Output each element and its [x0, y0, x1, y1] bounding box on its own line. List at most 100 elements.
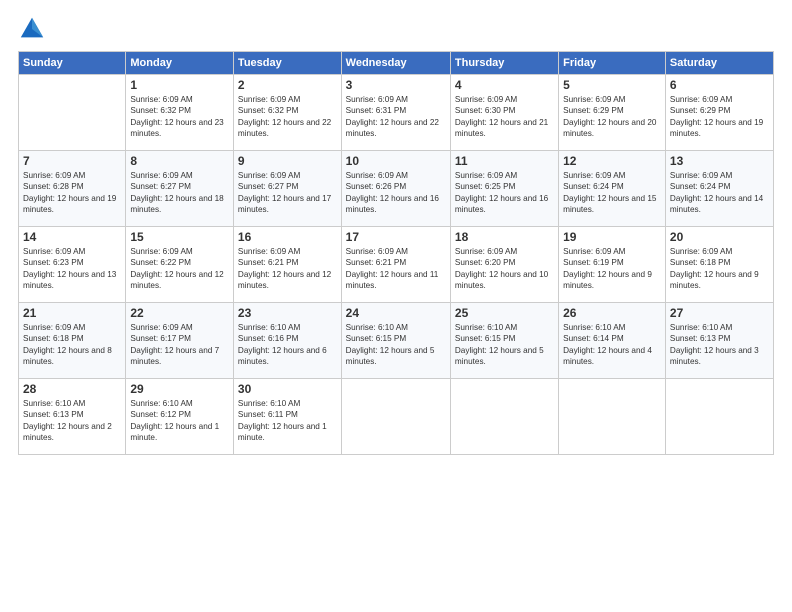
- day-cell: 12 Sunrise: 6:09 AMSunset: 6:24 PMDayligh…: [559, 151, 666, 227]
- day-cell: 14 Sunrise: 6:09 AMSunset: 6:23 PMDayligh…: [19, 227, 126, 303]
- day-number: 19: [563, 230, 661, 244]
- day-cell: [341, 379, 450, 455]
- day-info: Sunrise: 6:10 AMSunset: 6:13 PMDaylight:…: [23, 398, 121, 444]
- day-info: Sunrise: 6:09 AMSunset: 6:27 PMDaylight:…: [130, 170, 229, 216]
- day-cell: 2 Sunrise: 6:09 AMSunset: 6:32 PMDaylight…: [233, 75, 341, 151]
- day-cell: 8 Sunrise: 6:09 AMSunset: 6:27 PMDaylight…: [126, 151, 234, 227]
- week-row-3: 14 Sunrise: 6:09 AMSunset: 6:23 PMDayligh…: [19, 227, 774, 303]
- calendar-table: SundayMondayTuesdayWednesdayThursdayFrid…: [18, 51, 774, 455]
- day-cell: 25 Sunrise: 6:10 AMSunset: 6:15 PMDayligh…: [450, 303, 558, 379]
- day-info: Sunrise: 6:09 AMSunset: 6:30 PMDaylight:…: [455, 94, 554, 140]
- day-number: 5: [563, 78, 661, 92]
- day-cell: 15 Sunrise: 6:09 AMSunset: 6:22 PMDayligh…: [126, 227, 234, 303]
- day-number: 7: [23, 154, 121, 168]
- header-cell-saturday: Saturday: [665, 52, 773, 75]
- day-info: Sunrise: 6:10 AMSunset: 6:14 PMDaylight:…: [563, 322, 661, 368]
- day-info: Sunrise: 6:09 AMSunset: 6:29 PMDaylight:…: [563, 94, 661, 140]
- header-cell-sunday: Sunday: [19, 52, 126, 75]
- day-cell: 18 Sunrise: 6:09 AMSunset: 6:20 PMDayligh…: [450, 227, 558, 303]
- day-info: Sunrise: 6:09 AMSunset: 6:22 PMDaylight:…: [130, 246, 229, 292]
- week-row-4: 21 Sunrise: 6:09 AMSunset: 6:18 PMDayligh…: [19, 303, 774, 379]
- day-number: 21: [23, 306, 121, 320]
- day-cell: 4Sunrise: 6:09 AMSunset: 6:30 PMDaylight…: [450, 75, 558, 151]
- day-info: Sunrise: 6:09 AMSunset: 6:18 PMDaylight:…: [670, 246, 769, 292]
- day-info: Sunrise: 6:09 AMSunset: 6:25 PMDaylight:…: [455, 170, 554, 216]
- week-row-2: 7 Sunrise: 6:09 AMSunset: 6:28 PMDaylight…: [19, 151, 774, 227]
- day-info: Sunrise: 6:10 AMSunset: 6:15 PMDaylight:…: [455, 322, 554, 368]
- day-cell: 7 Sunrise: 6:09 AMSunset: 6:28 PMDaylight…: [19, 151, 126, 227]
- header-cell-monday: Monday: [126, 52, 234, 75]
- day-cell: [450, 379, 558, 455]
- day-info: Sunrise: 6:09 AMSunset: 6:17 PMDaylight:…: [130, 322, 229, 368]
- day-info: Sunrise: 6:09 AMSunset: 6:20 PMDaylight:…: [455, 246, 554, 292]
- day-cell: 19 Sunrise: 6:09 AMSunset: 6:19 PMDayligh…: [559, 227, 666, 303]
- day-info: Sunrise: 6:10 AMSunset: 6:15 PMDaylight:…: [346, 322, 446, 368]
- header-cell-thursday: Thursday: [450, 52, 558, 75]
- day-number: 24: [346, 306, 446, 320]
- week-row-5: 28 Sunrise: 6:10 AMSunset: 6:13 PMDayligh…: [19, 379, 774, 455]
- day-info: Sunrise: 6:09 AMSunset: 6:18 PMDaylight:…: [23, 322, 121, 368]
- day-cell: [665, 379, 773, 455]
- day-info: Sunrise: 6:09 AMSunset: 6:23 PMDaylight:…: [23, 246, 121, 292]
- day-info: Sunrise: 6:10 AMSunset: 6:13 PMDaylight:…: [670, 322, 769, 368]
- day-info: Sunrise: 6:09 AMSunset: 6:31 PMDaylight:…: [346, 94, 446, 140]
- day-info: Sunrise: 6:09 AMSunset: 6:29 PMDaylight:…: [670, 94, 769, 140]
- day-number: 1: [130, 78, 229, 92]
- day-info: Sunrise: 6:09 AMSunset: 6:19 PMDaylight:…: [563, 246, 661, 292]
- day-number: 28: [23, 382, 121, 396]
- day-cell: 24 Sunrise: 6:10 AMSunset: 6:15 PMDayligh…: [341, 303, 450, 379]
- day-number: 15: [130, 230, 229, 244]
- day-cell: 10 Sunrise: 6:09 AMSunset: 6:26 PMDayligh…: [341, 151, 450, 227]
- day-cell: 22Sunrise: 6:09 AMSunset: 6:17 PMDayligh…: [126, 303, 234, 379]
- day-cell: [559, 379, 666, 455]
- day-number: 16: [238, 230, 337, 244]
- day-info: Sunrise: 6:09 AMSunset: 6:26 PMDaylight:…: [346, 170, 446, 216]
- day-number: 18: [455, 230, 554, 244]
- day-number: 10: [346, 154, 446, 168]
- day-cell: 21 Sunrise: 6:09 AMSunset: 6:18 PMDayligh…: [19, 303, 126, 379]
- day-number: 6: [670, 78, 769, 92]
- day-cell: 3Sunrise: 6:09 AMSunset: 6:31 PMDaylight…: [341, 75, 450, 151]
- header-cell-tuesday: Tuesday: [233, 52, 341, 75]
- header: [18, 15, 774, 43]
- day-number: 12: [563, 154, 661, 168]
- day-number: 9: [238, 154, 337, 168]
- day-cell: 23Sunrise: 6:10 AMSunset: 6:16 PMDayligh…: [233, 303, 341, 379]
- day-cell: 17Sunrise: 6:09 AMSunset: 6:21 PMDayligh…: [341, 227, 450, 303]
- day-number: 13: [670, 154, 769, 168]
- day-number: 26: [563, 306, 661, 320]
- day-cell: 27 Sunrise: 6:10 AMSunset: 6:13 PMDayligh…: [665, 303, 773, 379]
- header-cell-friday: Friday: [559, 52, 666, 75]
- day-info: Sunrise: 6:10 AMSunset: 6:12 PMDaylight:…: [130, 398, 229, 444]
- day-cell: 1 Sunrise: 6:09 AMSunset: 6:32 PMDaylight…: [126, 75, 234, 151]
- day-info: Sunrise: 6:09 AMSunset: 6:21 PMDaylight:…: [238, 246, 337, 292]
- logo-icon: [18, 15, 46, 43]
- day-cell: 20 Sunrise: 6:09 AMSunset: 6:18 PMDayligh…: [665, 227, 773, 303]
- day-number: 25: [455, 306, 554, 320]
- header-row: SundayMondayTuesdayWednesdayThursdayFrid…: [19, 52, 774, 75]
- week-row-1: 1 Sunrise: 6:09 AMSunset: 6:32 PMDaylight…: [19, 75, 774, 151]
- day-info: Sunrise: 6:09 AMSunset: 6:24 PMDaylight:…: [670, 170, 769, 216]
- day-info: Sunrise: 6:09 AMSunset: 6:28 PMDaylight:…: [23, 170, 121, 216]
- day-info: Sunrise: 6:09 AMSunset: 6:24 PMDaylight:…: [563, 170, 661, 216]
- page: SundayMondayTuesdayWednesdayThursdayFrid…: [0, 0, 792, 612]
- day-cell: 16 Sunrise: 6:09 AMSunset: 6:21 PMDayligh…: [233, 227, 341, 303]
- day-number: 2: [238, 78, 337, 92]
- day-number: 20: [670, 230, 769, 244]
- header-cell-wednesday: Wednesday: [341, 52, 450, 75]
- day-info: Sunrise: 6:09 AMSunset: 6:32 PMDaylight:…: [238, 94, 337, 140]
- day-number: 30: [238, 382, 337, 396]
- day-cell: 11 Sunrise: 6:09 AMSunset: 6:25 PMDayligh…: [450, 151, 558, 227]
- day-number: 14: [23, 230, 121, 244]
- day-number: 8: [130, 154, 229, 168]
- day-cell: [19, 75, 126, 151]
- day-info: Sunrise: 6:09 AMSunset: 6:32 PMDaylight:…: [130, 94, 229, 140]
- day-info: Sunrise: 6:09 AMSunset: 6:27 PMDaylight:…: [238, 170, 337, 216]
- day-number: 27: [670, 306, 769, 320]
- day-number: 11: [455, 154, 554, 168]
- day-number: 23: [238, 306, 337, 320]
- day-cell: 28 Sunrise: 6:10 AMSunset: 6:13 PMDayligh…: [19, 379, 126, 455]
- day-info: Sunrise: 6:09 AMSunset: 6:21 PMDaylight:…: [346, 246, 446, 292]
- day-cell: 6 Sunrise: 6:09 AMSunset: 6:29 PMDaylight…: [665, 75, 773, 151]
- day-cell: 9 Sunrise: 6:09 AMSunset: 6:27 PMDaylight…: [233, 151, 341, 227]
